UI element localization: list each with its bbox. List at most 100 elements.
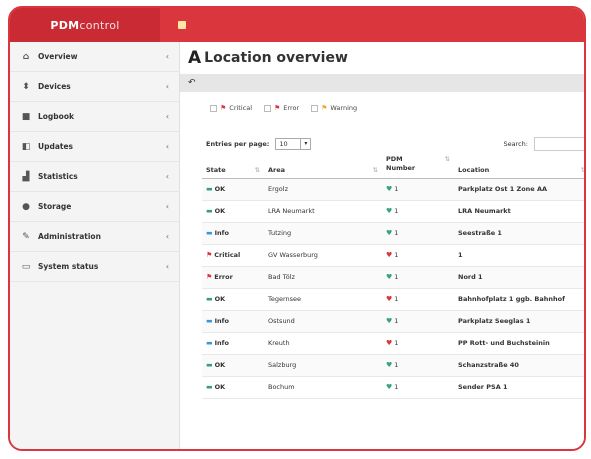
menu-toggle-icon[interactable] — [178, 21, 186, 29]
cell-pdm-number: ♥ 1 — [382, 354, 454, 377]
cell-area: LRA Neumarkt — [264, 200, 382, 223]
state-icon: ▬ — [206, 317, 213, 325]
header-state[interactable]: State ⇅ — [202, 152, 264, 179]
chevron-left-icon: ‹ — [165, 82, 169, 91]
state-text: OK — [214, 207, 226, 215]
sidebar-item-label: Updates — [38, 142, 74, 151]
cell-area: Ergolz — [264, 178, 382, 201]
state-text: Info — [214, 339, 229, 347]
heart-icon: ♥ — [386, 229, 393, 237]
pdm-number: 1 — [394, 273, 399, 281]
table-row[interactable]: ▬ Info Tutzing ♥ 1 Seestraße 1 — [202, 222, 584, 245]
state-icon: ▬ — [206, 185, 213, 193]
heart-icon: ♥ — [386, 295, 393, 303]
sidebar-item-overview[interactable]: ⌂ Overview ‹ — [10, 42, 179, 72]
state-text: OK — [214, 295, 226, 303]
heart-icon: ♥ — [386, 383, 393, 391]
filter-warning[interactable]: ⚑ Warning — [311, 104, 357, 112]
state-icon: ▬ — [206, 361, 213, 369]
state-icon: ▬ — [206, 383, 213, 391]
cell-location: Seestraße 1 — [454, 222, 584, 245]
table-row[interactable]: ▬ OK Ergolz ♥ 1 Parkplatz Ost 1 Zone AA — [202, 178, 584, 201]
heart-icon: ♥ — [386, 273, 393, 281]
checkbox[interactable] — [210, 104, 217, 112]
table-row[interactable]: ▬ OK Salzburg ♥ 1 Schanzstraße 40 — [202, 354, 584, 377]
cell-state: ⚑ Critical — [202, 244, 264, 267]
table-body: ▬ OK Ergolz ♥ 1 Parkplatz Ost 1 Zone AA ▬ OK LRA… — [202, 178, 584, 399]
cell-area: Tutzing — [264, 222, 382, 245]
state-text: Error — [214, 273, 233, 281]
heart-icon: ♥ — [386, 339, 393, 347]
sidebar-item-statistics[interactable]: ▟ Statistics ‹ — [10, 162, 179, 192]
heart-icon: ♥ — [386, 361, 393, 369]
location-icon: A — [188, 48, 202, 68]
cell-pdm-number: ♥ 1 — [382, 244, 454, 267]
pdm-number: 1 — [394, 361, 399, 369]
page-title: Location overview — [204, 50, 348, 66]
state-icon: ⚑ — [206, 251, 213, 259]
sidebar-item-system-status[interactable]: ▭ System status ‹ — [10, 252, 179, 282]
filter-error[interactable]: ⚑ Error — [264, 104, 299, 112]
chevron-left-icon: ‹ — [165, 232, 169, 241]
brand-bold: PDM — [50, 18, 80, 32]
sidebar-item-administration[interactable]: ✎ Administration ‹ — [10, 222, 179, 252]
state-text: OK — [214, 383, 226, 391]
filter-label: Warning — [330, 104, 358, 112]
chevron-down-icon[interactable]: ▾ — [300, 139, 310, 149]
header-area[interactable]: Area ⇅ — [264, 152, 382, 179]
table-controls: Entries per page: 10 ▾ Search: — [180, 112, 584, 152]
search-label: Search: — [503, 140, 528, 148]
chevron-left-icon: ‹ — [165, 202, 169, 211]
table-row[interactable]: ▬ Info Kreuth ♥ 1 PP Rott- und Buchsteinin — [202, 332, 584, 355]
cell-state: ▬ Info — [202, 310, 264, 333]
cell-state: ⚑ Error — [202, 266, 264, 289]
table-row[interactable]: ▬ Info Ostsund ♥ 1 Parkplatz Seeglas 1 — [202, 310, 584, 333]
cell-pdm-number: ♥ 1 — [382, 222, 454, 245]
sidebar-item-devices[interactable]: ⬍ Devices ‹ — [10, 72, 179, 102]
sidebar-item-updates[interactable]: ◧ Updates ‹ — [10, 132, 179, 162]
search-input[interactable] — [534, 137, 584, 151]
table-row[interactable]: ▬ OK Tegernsee ♥ 1 Bahnhofplatz 1 ggb. Bahnho… — [202, 288, 584, 311]
cell-state: ▬ Info — [202, 332, 264, 355]
table-row[interactable]: ⚑ Error Bad Tölz ♥ 1 Nord 1 — [202, 266, 584, 289]
cell-location: Schanzstraße 40 — [454, 354, 584, 377]
wrench-icon: ✎ — [22, 231, 30, 242]
app-window: PDM control ⌂ Overview ‹ ⬍ Devices ‹ ■ Logbook ‹… — [8, 6, 586, 451]
brand-logo[interactable]: PDM control — [10, 8, 160, 42]
flag-icon: ⚑ — [220, 103, 227, 112]
chevron-left-icon: ‹ — [165, 112, 169, 121]
sidebar-item-logbook[interactable]: ■ Logbook ‹ — [10, 102, 179, 132]
heart-icon: ♥ — [386, 185, 393, 193]
header-location[interactable]: Location ⇅ — [454, 152, 584, 179]
cell-area: GV Wasserburg — [264, 244, 382, 267]
cell-location: Sender PSA 1 — [454, 376, 584, 399]
pdm-number: 1 — [394, 339, 399, 347]
state-icon: ▬ — [206, 295, 213, 303]
cell-pdm-number: ♥ 1 — [382, 200, 454, 223]
table-header-row: State ⇅ Area ⇅ PDM Number ⇅ Location ⇅ — [202, 152, 584, 179]
cell-pdm-number: ♥ 1 — [382, 376, 454, 399]
flag-icon: ⚑ — [274, 103, 281, 112]
state-text: Info — [214, 317, 229, 325]
filter-critical[interactable]: ⚑ Critical — [210, 104, 252, 112]
flag-icon: ⚑ — [321, 103, 328, 112]
cell-state: ▬ Info — [202, 222, 264, 245]
chevron-left-icon: ‹ — [165, 142, 169, 151]
cell-state: ▬ OK — [202, 178, 264, 201]
sidebar-item-label: Statistics — [38, 172, 78, 181]
entries-value: 10 — [279, 140, 288, 148]
checkbox[interactable] — [264, 104, 272, 112]
search-area: Search: — [503, 137, 584, 151]
table-row[interactable]: ▬ OK LRA Neumarkt ♥ 1 LRA Neumarkt — [202, 200, 584, 223]
table-row[interactable]: ⚑ Critical GV Wasserburg ♥ 1 1 — [202, 244, 584, 267]
header-pdm-number[interactable]: PDM Number ⇅ — [382, 152, 454, 179]
table-row[interactable]: ▬ OK Bochum ♥ 1 Sender PSA 1 — [202, 376, 584, 399]
cell-state: ▬ OK — [202, 354, 264, 377]
state-icon: ▬ — [206, 339, 213, 347]
pdm-number: 1 — [394, 383, 399, 391]
checkbox[interactable] — [311, 104, 319, 112]
entries-per-page-select[interactable]: 10 ▾ — [275, 138, 312, 150]
sidebar-item-storage[interactable]: ● Storage ‹ — [10, 192, 179, 222]
back-arrow-icon[interactable]: ↶ — [188, 78, 196, 88]
state-icon: ▬ — [206, 207, 213, 215]
